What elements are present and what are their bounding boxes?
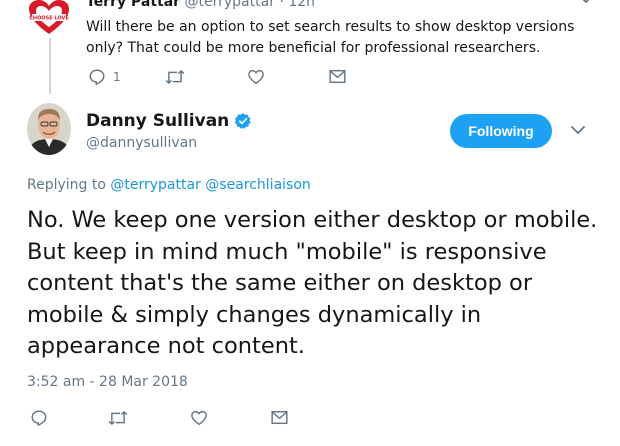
retweet-icon: [165, 70, 185, 84]
author-name[interactable]: Danny Sullivan: [86, 111, 229, 131]
thread-line: [49, 38, 51, 94]
parent-author-handle[interactable]: @terrypattar: [185, 0, 275, 10]
heart-icon: [191, 410, 207, 426]
verified-badge-icon: [235, 113, 252, 129]
parent-header: Terry Pattar @terrypattar · 12h: [86, 0, 315, 10]
replying-to-label: Replying to: [27, 177, 106, 193]
parent-tweet-text: Will there be an option to set search re…: [86, 19, 575, 56]
envelope-icon: [329, 69, 346, 84]
like-button[interactable]: [190, 409, 208, 427]
retweet-icon: [108, 411, 128, 425]
envelope-icon: [271, 410, 288, 425]
following-button[interactable]: Following: [450, 114, 552, 148]
parent-timestamp[interactable]: 12h: [288, 0, 315, 10]
parent-retweet-button[interactable]: [165, 68, 185, 86]
more-options-chevron-icon[interactable]: [570, 120, 586, 139]
mention-link[interactable]: @searchliaison: [205, 177, 311, 193]
avatar-text: CHOOSE LOVE: [29, 16, 69, 22]
reply-icon: [89, 69, 105, 85]
reply-button[interactable]: [30, 409, 48, 427]
parent-dm-button[interactable]: [329, 69, 346, 84]
replying-to-line: Replying to @terrypattar @searchliaison: [27, 177, 311, 193]
reply-count: 1: [113, 70, 121, 84]
author-name-row: Danny Sullivan: [86, 111, 252, 131]
parent-time-separator: ·: [279, 0, 284, 10]
parent-reply-button[interactable]: 1: [88, 68, 121, 86]
author-handle[interactable]: @dannysullivan: [86, 135, 197, 151]
parent-like-button[interactable]: [247, 68, 265, 86]
mention-link[interactable]: @terrypattar: [110, 177, 200, 193]
heart-icon: [248, 69, 264, 85]
parent-author-name[interactable]: Terry Pattar: [86, 0, 180, 10]
tweet-timestamp[interactable]: 3:52 am - 28 Mar 2018: [27, 374, 188, 390]
tweet-text: No. We keep one version either desktop o…: [27, 207, 598, 359]
retweet-button[interactable]: [108, 409, 128, 427]
parent-more-chevron-icon[interactable]: [578, 0, 594, 8]
direct-message-button[interactable]: [271, 410, 288, 425]
parent-avatar[interactable]: CHOOSE LOVE: [27, 0, 71, 36]
author-avatar[interactable]: [27, 103, 71, 155]
reply-icon: [31, 410, 47, 426]
